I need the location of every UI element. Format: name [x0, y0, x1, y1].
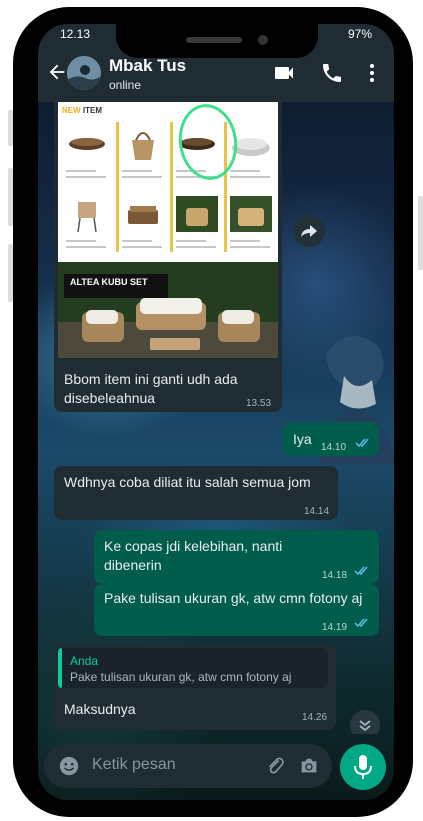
message-input[interactable]: Ketik pesan: [44, 744, 332, 788]
message-time: 14.18: [322, 570, 348, 581]
sofa-set-photo: ALTEA KUBU SET: [58, 262, 278, 358]
chevron-down-icon: [359, 720, 371, 732]
contact-status: online: [109, 78, 142, 92]
message-list[interactable]: NEW ITEM ALTEA KUBU SET Bbom item ini ga…: [38, 102, 394, 734]
message-text: Wdhnya coba diliat itu salah semua jom: [64, 474, 311, 490]
contact-name[interactable]: Mbak Tus: [109, 56, 186, 76]
catalog-item: [172, 190, 222, 262]
mic-icon: [354, 755, 372, 779]
catalog-item: [118, 120, 168, 192]
image-caption: Bbom item ini ganti udh ada disebeleahnu…: [64, 371, 238, 406]
status-battery: 97%: [347, 27, 372, 41]
message-text: Maksudnya: [64, 701, 136, 717]
contact-avatar[interactable]: [67, 56, 101, 90]
catalog-item: [62, 120, 112, 192]
message-time: 14.19: [322, 622, 348, 633]
catalog-item: [62, 190, 112, 262]
voice-record-button[interactable]: [340, 744, 386, 790]
catalog-image[interactable]: NEW ITEM ALTEA KUBU SET: [58, 102, 278, 358]
message-text: Pake tulisan ukuran gk, atw cmn fotony a…: [104, 590, 363, 606]
phone-icon[interactable]: [320, 61, 344, 85]
message-time: 14.10: [321, 442, 347, 453]
forward-button[interactable]: [293, 215, 325, 247]
image-message[interactable]: NEW ITEM ALTEA KUBU SET Bbom item ini ga…: [54, 102, 282, 412]
incoming-message[interactable]: Wdhnya coba diliat itu salah semua jom 1…: [54, 466, 338, 520]
outgoing-message[interactable]: Iya 14.10: [283, 422, 379, 456]
more-vert-icon[interactable]: [360, 61, 384, 85]
reply-message[interactable]: Anda Pake tulisan ukuran gk, atw cmn fot…: [54, 644, 336, 730]
message-input-placeholder: Ketik pesan: [92, 756, 176, 773]
message-text: Ke copas jdi kelebihan, nanti dibenerin: [104, 538, 283, 573]
back-arrow-icon[interactable]: [46, 61, 68, 83]
scroll-to-bottom-button[interactable]: [350, 710, 380, 734]
message-text: Iya: [293, 431, 312, 447]
catalog-item: [226, 190, 276, 262]
quoted-message[interactable]: Anda Pake tulisan ukuran gk, atw cmn fot…: [58, 648, 328, 688]
catalog-heading: NEW ITEM: [62, 106, 103, 115]
read-ticks-icon: [354, 566, 368, 576]
forward-icon: [301, 225, 317, 237]
product-title: ALTEA KUBU SET: [70, 277, 148, 287]
message-time: 13.53: [246, 398, 272, 409]
whatsapp-screen: 12.13 97% Mbak Tus online NEW ITEM ALTEA…: [38, 24, 394, 800]
quoted-text: Pake tulisan ukuran gk, atw cmn fotony a…: [70, 670, 292, 684]
camera-icon[interactable]: [298, 755, 320, 777]
composer: Ketik pesan: [38, 736, 394, 800]
read-ticks-icon: [354, 618, 368, 628]
video-call-icon[interactable]: [272, 61, 296, 85]
emoji-icon[interactable]: [58, 755, 80, 777]
message-time: 14.26: [302, 712, 328, 723]
status-time: 12.13: [60, 27, 91, 41]
message-time: 14.14: [304, 506, 330, 517]
catalog-item: [118, 190, 168, 262]
outgoing-message[interactable]: Ke copas jdi kelebihan, nanti dibenerin …: [94, 530, 379, 584]
read-ticks-icon: [355, 438, 369, 448]
outgoing-message[interactable]: Pake tulisan ukuran gk, atw cmn fotony a…: [94, 584, 379, 636]
attach-icon[interactable]: [264, 755, 286, 777]
camera-notch: [116, 24, 318, 58]
